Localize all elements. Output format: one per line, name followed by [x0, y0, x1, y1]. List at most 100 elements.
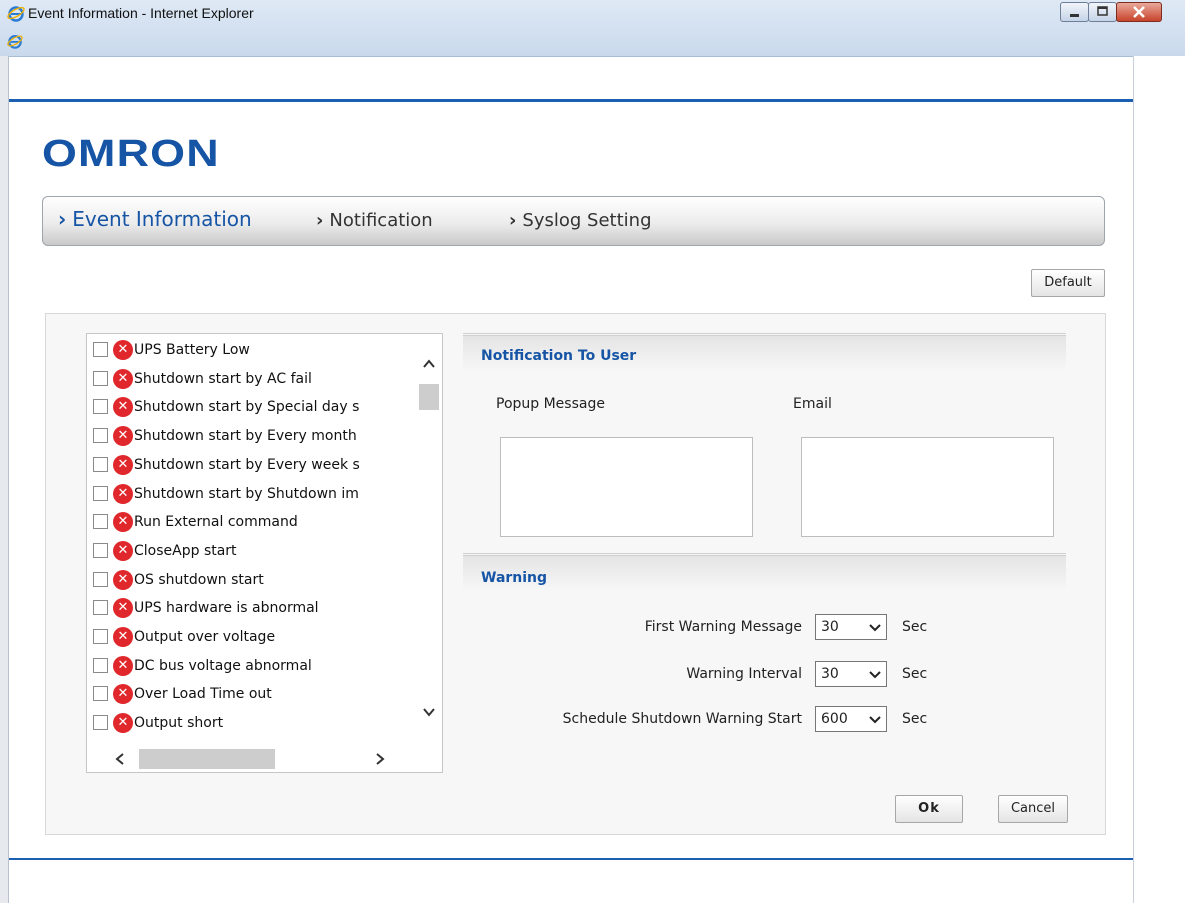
- list-item[interactable]: ✕ Run External command: [93, 510, 413, 536]
- list-item[interactable]: ✕ Over Load Time out: [93, 682, 413, 708]
- list-item[interactable]: ✕ Output short: [93, 711, 413, 737]
- x-circle-icon: ✕: [113, 340, 133, 360]
- event-label: Shutdown start by Special day s: [134, 399, 360, 416]
- list-item[interactable]: ✕ UPS Battery Low: [93, 338, 413, 364]
- event-checkbox[interactable]: [93, 657, 108, 673]
- window-right-area: [1133, 56, 1185, 903]
- email-label: Email: [793, 396, 832, 412]
- cancel-button[interactable]: Cancel: [998, 795, 1068, 823]
- event-checkbox[interactable]: [93, 715, 108, 731]
- ok-button[interactable]: Ok: [895, 795, 963, 823]
- chevron-down-icon: [869, 624, 881, 632]
- list-item[interactable]: ✕ Shutdown start by AC fail: [93, 367, 413, 393]
- schedule-shutdown-warning-unit: Sec: [902, 711, 928, 727]
- x-circle-icon: ✕: [113, 540, 133, 561]
- minimize-button[interactable]: [1060, 2, 1089, 22]
- window-title: Event Information - Internet Explorer: [28, 5, 254, 21]
- select-value: 600: [821, 711, 848, 727]
- x-circle-icon: ✕: [113, 569, 133, 590]
- email-box[interactable]: [801, 437, 1054, 537]
- tab-notification[interactable]: › Notification: [316, 210, 433, 232]
- x-circle-icon: ✕: [113, 426, 133, 447]
- event-label: Output over voltage: [134, 629, 276, 645]
- event-checkbox[interactable]: [93, 342, 108, 357]
- event-label: Shutdown start by AC fail: [134, 370, 312, 387]
- event-checkbox[interactable]: [93, 542, 108, 558]
- x-circle-icon: ✕: [113, 454, 133, 475]
- scroll-left-icon[interactable]: [112, 751, 128, 767]
- event-checkbox[interactable]: [93, 571, 108, 587]
- x-circle-icon: ✕: [113, 684, 133, 705]
- maximize-button[interactable]: [1088, 2, 1117, 22]
- notification-section-title: Notification To User: [481, 348, 637, 364]
- event-checkbox[interactable]: [93, 399, 108, 415]
- event-label: OS shutdown start: [134, 571, 264, 588]
- event-checkbox[interactable]: [93, 370, 108, 386]
- chevron-down-icon: [869, 671, 881, 679]
- event-label: Shutdown start by Shutdown im: [134, 485, 359, 502]
- list-item[interactable]: ✕ Shutdown start by Special day s: [93, 395, 413, 421]
- list-item[interactable]: ✕ Shutdown start by Shutdown im: [93, 482, 413, 508]
- x-circle-icon: ✕: [113, 713, 133, 734]
- event-checkbox[interactable]: [93, 428, 108, 444]
- footer-divider: [9, 858, 1133, 860]
- x-circle-icon: ✕: [113, 598, 133, 619]
- tab-label: Event Information: [72, 207, 252, 231]
- list-item[interactable]: ✕ OS shutdown start: [93, 568, 413, 594]
- event-label: Over Load Time out: [134, 686, 272, 703]
- default-button[interactable]: Default: [1031, 269, 1105, 297]
- list-item[interactable]: ✕ Shutdown start by Every month: [93, 424, 413, 450]
- list-item[interactable]: ✕ UPS hardware is abnormal: [93, 596, 413, 622]
- list-item[interactable]: ✕ Output over voltage: [93, 625, 413, 651]
- event-label: UPS Battery Low: [134, 342, 250, 358]
- tab-event-information[interactable]: › Event Information: [58, 208, 252, 230]
- list-item[interactable]: ✕ CloseApp start: [93, 539, 413, 565]
- event-checkbox[interactable]: [93, 456, 108, 472]
- select-value: 30: [821, 666, 839, 682]
- popup-message-box[interactable]: [500, 437, 753, 537]
- event-label: Output short: [134, 715, 224, 732]
- event-label: Run External command: [134, 514, 298, 531]
- first-warning-label: First Warning Message: [644, 619, 802, 635]
- first-warning-unit: Sec: [902, 619, 928, 635]
- x-circle-icon: ✕: [113, 397, 133, 418]
- close-window-button[interactable]: [1116, 2, 1162, 22]
- event-label: UPS hardware is abnormal: [134, 600, 319, 617]
- schedule-shutdown-warning-select[interactable]: 600: [815, 706, 887, 732]
- warning-section-title: Warning: [481, 570, 548, 586]
- vertical-scroll-thumb[interactable]: [419, 384, 439, 410]
- select-value: 30: [821, 619, 839, 635]
- tab-label: Syslog Setting: [522, 210, 652, 231]
- warning-interval-unit: Sec: [902, 666, 928, 682]
- warning-interval-label: Warning Interval: [686, 666, 802, 682]
- x-circle-icon: ✕: [113, 483, 133, 504]
- tab-bar: › Event Information › Notification › Syslog…: [42, 196, 1105, 246]
- event-checkbox[interactable]: [93, 485, 108, 501]
- tab-syslog-setting[interactable]: › Syslog Setting: [509, 210, 652, 232]
- list-item[interactable]: ✕ DC bus voltage abnormal: [93, 654, 413, 680]
- scroll-right-icon[interactable]: [372, 751, 388, 767]
- popup-message-label: Popup Message: [496, 396, 605, 412]
- chevron-right-icon: ›: [509, 210, 517, 231]
- close-icon: [1133, 6, 1145, 18]
- event-label: DC bus voltage abnormal: [134, 657, 312, 674]
- event-list[interactable]: ✕ UPS Battery Low ✕ Shutdown start by AC fa…: [86, 333, 443, 773]
- scroll-down-icon[interactable]: [421, 704, 437, 720]
- scroll-up-icon[interactable]: [421, 356, 437, 372]
- x-circle-icon: ✕: [113, 368, 133, 389]
- warning-interval-select[interactable]: 30: [815, 661, 887, 687]
- schedule-shutdown-warning-label: Schedule Shutdown Warning Start: [562, 711, 802, 727]
- tab-label: Notification: [329, 210, 433, 231]
- event-checkbox[interactable]: [93, 600, 108, 616]
- list-item[interactable]: ✕ Shutdown start by Every week s: [93, 453, 413, 479]
- event-checkbox[interactable]: [93, 514, 108, 530]
- first-warning-select[interactable]: 30: [815, 614, 887, 640]
- event-checkbox[interactable]: [93, 686, 108, 702]
- omron-logo: OMRON: [42, 133, 220, 175]
- x-circle-icon: ✕: [113, 655, 133, 676]
- internet-explorer-icon: [7, 6, 25, 22]
- horizontal-scroll-thumb[interactable]: [139, 749, 275, 769]
- event-checkbox[interactable]: [93, 629, 108, 644]
- window-left-frame: [0, 56, 9, 903]
- x-circle-icon: ✕: [113, 512, 133, 533]
